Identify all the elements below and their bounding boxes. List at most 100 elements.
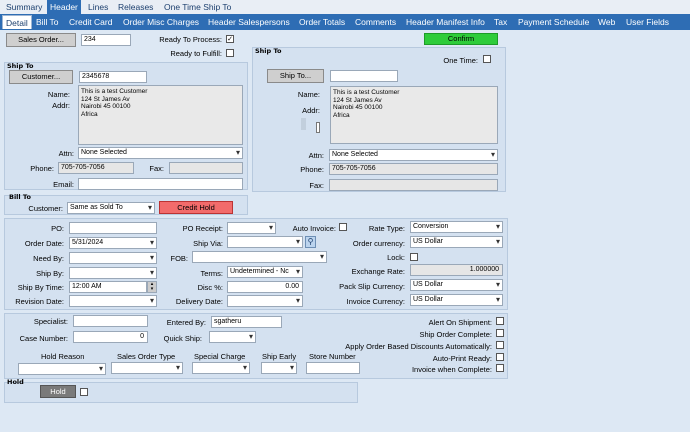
tab-web[interactable]: Web: [595, 15, 618, 29]
tab-payment-schedule[interactable]: Payment Schedule: [515, 15, 592, 29]
one-time-checkbox[interactable]: [483, 55, 491, 63]
fob-label: FOB:: [170, 254, 188, 263]
fax-input-right[interactable]: [329, 179, 498, 191]
tab-detail[interactable]: Detail: [2, 15, 32, 29]
attn-select-left[interactable]: None Selected: [78, 147, 243, 159]
tab-summary[interactable]: Summary: [3, 0, 45, 14]
ship-to-button[interactable]: Ship To...: [267, 69, 324, 83]
address-line: Africa: [333, 111, 350, 119]
revision-date-select[interactable]: [69, 295, 157, 307]
alert-on-shipment-checkbox[interactable]: [496, 317, 504, 325]
tab-comments[interactable]: Comments: [352, 15, 399, 29]
fob-select[interactable]: [192, 251, 327, 263]
hold-button[interactable]: Hold: [40, 385, 76, 398]
phone-input-left[interactable]: 705-705-7056: [58, 162, 134, 174]
phone-input-right[interactable]: 705-705-7056: [329, 163, 498, 175]
credit-hold-button[interactable]: Credit Hold: [159, 201, 233, 214]
store-number-input[interactable]: [306, 362, 360, 374]
tab-tax[interactable]: Tax: [491, 15, 510, 29]
case-number-input[interactable]: 0: [73, 331, 148, 343]
time-spinner-icon[interactable]: ▴ ▾: [147, 281, 157, 293]
tab-lines[interactable]: Lines: [85, 0, 111, 14]
fax-input-left[interactable]: [169, 162, 243, 174]
address-line: This is a test Customer: [81, 88, 148, 95]
tab-header[interactable]: Header: [47, 0, 81, 14]
lock-checkbox[interactable]: [410, 253, 418, 261]
rate-type-select[interactable]: Conversion: [410, 221, 503, 233]
attn-label-left: Attn:: [58, 149, 74, 158]
disc-input[interactable]: 0.00: [227, 281, 303, 293]
tab-credit-card[interactable]: Credit Card: [66, 15, 115, 29]
tab-one-time-ship-to[interactable]: One Time Ship To: [161, 0, 234, 14]
apply-discounts-checkbox[interactable]: [496, 341, 504, 349]
tab-header-salespersons[interactable]: Header Salespersons: [205, 15, 293, 29]
po-receipt-select[interactable]: [227, 222, 276, 234]
invoice-currency-select[interactable]: US Dollar: [410, 294, 503, 306]
ship-by-time-input[interactable]: 12:00 AM: [69, 281, 147, 293]
pack-slip-currency-select[interactable]: US Dollar: [410, 279, 503, 291]
special-charge-select[interactable]: [192, 362, 250, 374]
invoice-when-complete-checkbox[interactable]: [496, 364, 504, 372]
addr-label-right: Addr:: [302, 106, 320, 115]
address-box-right[interactable]: This is a test Customer 124 St James Av …: [330, 86, 498, 144]
address-line: Africa: [81, 110, 98, 118]
delivery-date-label: Delivery Date:: [175, 297, 223, 306]
tab-order-misc-charges[interactable]: Order Misc Charges: [120, 15, 202, 29]
tab-bill-to[interactable]: Bill To: [33, 15, 62, 29]
email-input[interactable]: [78, 178, 243, 190]
scroll-handle-icon[interactable]: [316, 122, 320, 133]
attn-select-right[interactable]: None Selected: [329, 149, 498, 161]
bill-to-title: Bill To: [9, 193, 31, 201]
hold-checkbox[interactable]: [80, 388, 88, 396]
quick-ship-select[interactable]: [209, 331, 256, 343]
customer-input[interactable]: 2345678: [79, 71, 147, 83]
entered-by-input[interactable]: sgatheru: [211, 316, 282, 328]
ship-by-select[interactable]: [69, 267, 157, 279]
ship-early-label: Ship Early: [262, 352, 297, 361]
address-grip-icon: [301, 118, 306, 130]
hold-title: Hold: [7, 378, 24, 386]
address-line: This is a test Customer: [333, 89, 400, 96]
revision-date-label: Revision Date:: [15, 297, 64, 306]
case-number-label: Case Number:: [19, 334, 68, 343]
ready-to-fulfill-checkbox[interactable]: [226, 49, 234, 57]
sales-order-type-select[interactable]: [111, 362, 183, 374]
tab-order-totals[interactable]: Order Totals: [296, 15, 348, 29]
ship-via-label: Ship Via:: [193, 239, 223, 248]
bill-to-customer-select[interactable]: Same as Sold To: [67, 202, 155, 214]
phone-label-left: Phone:: [30, 164, 54, 173]
address-box-left[interactable]: This is a test Customer 124 St James Av …: [78, 85, 243, 145]
po-input[interactable]: [69, 222, 157, 234]
hold-reason-select[interactable]: [18, 363, 106, 375]
ship-via-select[interactable]: [227, 236, 303, 248]
customer-button[interactable]: Customer...: [9, 70, 73, 84]
search-icon[interactable]: ⚲: [305, 236, 316, 248]
tab-releases[interactable]: Releases: [115, 0, 156, 14]
lock-label: Lock:: [387, 253, 405, 262]
need-by-label: Need By:: [33, 254, 64, 263]
exchange-rate-input[interactable]: 1.000000: [410, 264, 503, 276]
entered-by-label: Entered By:: [166, 318, 206, 327]
ship-to-input[interactable]: [330, 70, 398, 82]
tab-header-manifest-info[interactable]: Header Manifest Info: [403, 15, 488, 29]
po-receipt-label: PO Receipt:: [182, 224, 223, 233]
tab-user-fields[interactable]: User Fields: [623, 15, 672, 29]
need-by-select[interactable]: [69, 252, 157, 264]
ready-to-process-checkbox[interactable]: ✓: [226, 35, 234, 43]
sales-order-type-label: Sales Order Type: [117, 352, 176, 361]
order-currency-select[interactable]: US Dollar: [410, 236, 503, 248]
order-date-select[interactable]: 5/31/2024: [69, 237, 157, 249]
delivery-date-select[interactable]: [227, 295, 303, 307]
confirm-button[interactable]: Confirm: [424, 33, 498, 45]
sales-order-button[interactable]: Sales Order...: [6, 33, 76, 47]
ship-early-select[interactable]: [261, 362, 297, 374]
auto-print-ready-checkbox[interactable]: [496, 353, 504, 361]
specialist-input[interactable]: [73, 315, 148, 327]
address-line: 124 St James Av: [333, 96, 382, 104]
name-label-left: Name:: [47, 90, 70, 99]
addr-label-left: Addr:: [52, 101, 70, 110]
terms-select[interactable]: Undetermined - Nc: [227, 266, 303, 278]
ship-to-right-title: Ship To: [255, 47, 282, 55]
ship-order-complete-checkbox[interactable]: [496, 329, 504, 337]
sales-order-input[interactable]: 234: [81, 34, 131, 46]
